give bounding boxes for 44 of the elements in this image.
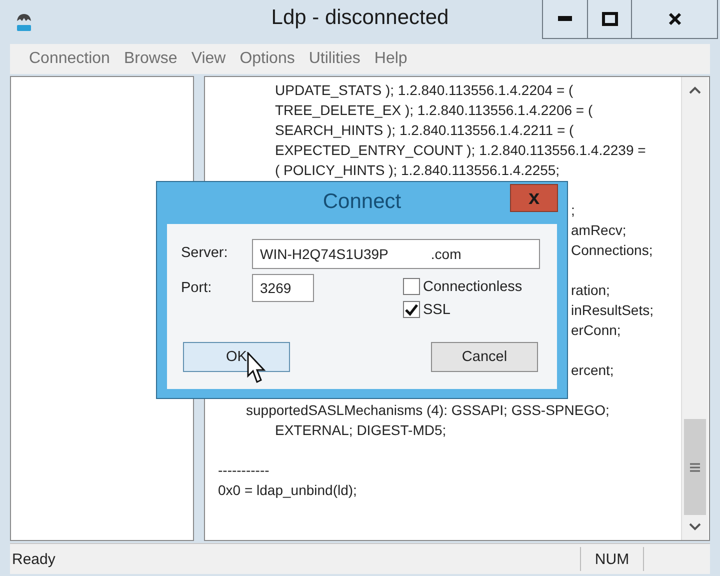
output-line: UPDATE_STATS ); 1.2.840.113556.1.4.2204 = ( bbox=[275, 81, 574, 100]
menu-item[interactable]: Help bbox=[367, 50, 414, 68]
port-field[interactable]: 3269 bbox=[252, 274, 314, 302]
output-line: inResultSets; bbox=[571, 301, 654, 320]
cursor-icon bbox=[247, 352, 267, 386]
output-line: 0x0 = ldap_unbind(ld); bbox=[218, 481, 357, 500]
menu-item[interactable]: View bbox=[184, 50, 233, 68]
menu-item[interactable]: Utilities bbox=[302, 50, 368, 68]
output-line: Connections; bbox=[571, 241, 653, 260]
menu-item[interactable]: Options bbox=[232, 50, 302, 68]
server-field[interactable]: WIN-H2Q74S1U39P .com bbox=[252, 239, 540, 269]
output-line: ; bbox=[571, 201, 575, 220]
output-line: erConn; bbox=[571, 321, 621, 340]
status-text: Ready bbox=[12, 550, 56, 568]
dialog-title: Connect bbox=[322, 190, 402, 214]
num-lock-indicator: NUM bbox=[594, 550, 630, 568]
output-line: ( POLICY_HINTS ); 1.2.840.113556.1.4.2255; bbox=[275, 161, 560, 180]
checkbox-label: SSL bbox=[423, 302, 450, 318]
output-line: ercent; bbox=[571, 361, 614, 380]
close-button[interactable]: x bbox=[510, 184, 558, 212]
output-line: ration; bbox=[571, 281, 610, 300]
checkbox[interactable] bbox=[403, 301, 420, 318]
server-label: Server: bbox=[181, 245, 228, 261]
window-title: Ldp - disconnected bbox=[271, 6, 449, 30]
menu-item[interactable]: Browse bbox=[116, 50, 184, 68]
maximize-icon bbox=[602, 12, 618, 26]
menu-item[interactable]: Connection bbox=[22, 50, 117, 68]
scrollbar[interactable] bbox=[681, 77, 708, 540]
output-line: ----------- bbox=[218, 461, 270, 480]
close-icon bbox=[668, 12, 682, 26]
port-label: Port: bbox=[181, 280, 212, 296]
dialog-button[interactable]: OK bbox=[183, 342, 290, 372]
output-line: EXPECTED_ENTRY_COUNT ); 1.2.840.113556.1.4.2239 = bbox=[275, 141, 646, 160]
checkbox[interactable] bbox=[403, 278, 420, 295]
output-line: TREE_DELETE_EX ); 1.2.840.113556.1.4.2206 = ( bbox=[275, 101, 593, 120]
output-line: supportedSASLMechanisms (4): GSSAPI; GSS-SPNEGO; bbox=[246, 401, 610, 420]
minimize-icon bbox=[558, 16, 572, 22]
output-line: SEARCH_HINTS ); 1.2.840.113556.1.4.2211 = ( bbox=[275, 121, 574, 140]
dialog-button[interactable]: Cancel bbox=[431, 342, 538, 372]
output-line: EXTERNAL; DIGEST-MD5; bbox=[275, 421, 446, 440]
app-icon bbox=[14, 12, 34, 34]
checkbox-label: Connectionless bbox=[423, 278, 522, 294]
output-line: amRecv; bbox=[571, 221, 626, 240]
scroll-thumb[interactable] bbox=[684, 419, 706, 515]
